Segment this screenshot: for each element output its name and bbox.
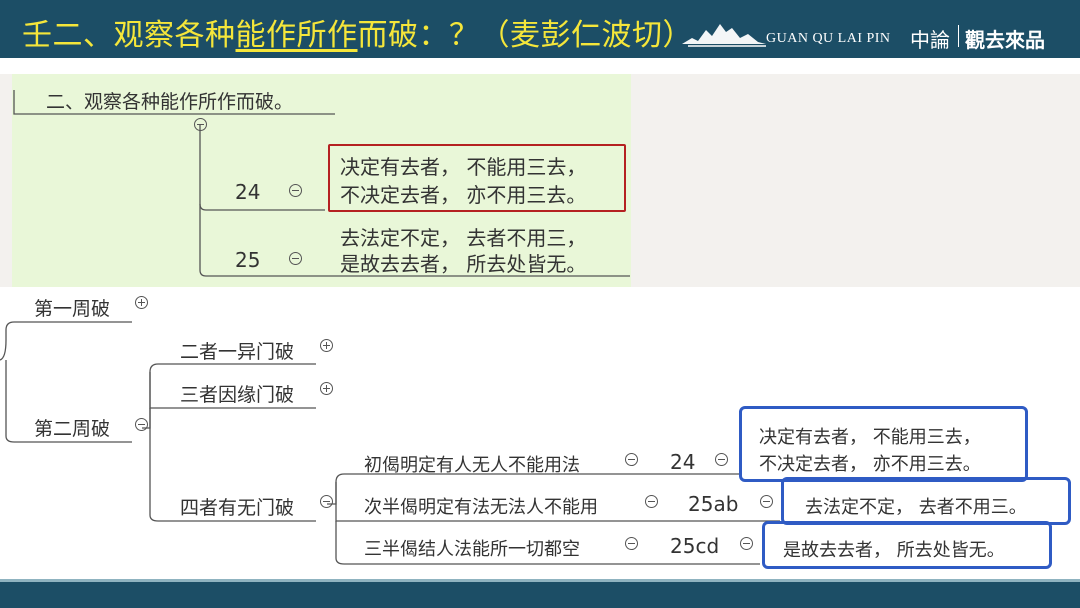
causal-expand-icon[interactable] xyxy=(320,382,333,395)
child-3-verse: 是故去去者， 所去处皆无。 xyxy=(783,540,1005,561)
verse-25-line1: 去法定不定， 去者不用三， xyxy=(340,226,587,250)
child-3-num-collapse-icon[interactable] xyxy=(740,537,753,550)
footer-bar xyxy=(0,582,1080,608)
node-first-round: 第一周破 xyxy=(34,298,111,320)
child-1-num-collapse-icon[interactable] xyxy=(715,453,728,466)
child-1-verse-line2: 不决定去者， 亦不用三去。 xyxy=(759,454,981,475)
child-2-collapse-icon[interactable] xyxy=(645,495,658,508)
verse-24-collapse-icon[interactable] xyxy=(289,184,302,197)
child-1-verse-line1: 决定有去者， 不能用三去， xyxy=(759,427,981,448)
verse-25-number: 25 xyxy=(235,248,261,272)
first-round-expand-icon[interactable] xyxy=(135,296,148,309)
second-round-collapse-icon[interactable] xyxy=(135,418,148,431)
verse-24-number: 24 xyxy=(235,180,261,204)
top-root-label: 二、观察各种能作所作而破。 xyxy=(46,91,294,113)
child-1-number: 24 xyxy=(670,450,696,474)
one-different-expand-icon[interactable] xyxy=(320,339,333,352)
existence-collapse-icon[interactable] xyxy=(320,495,333,508)
child-1-label: 初偈明定有人无人不能用法 xyxy=(364,455,580,476)
child-2-label: 次半偈明定有法无法人不能用 xyxy=(364,497,598,518)
child-1-collapse-icon[interactable] xyxy=(625,453,638,466)
verse-25-collapse-icon[interactable] xyxy=(289,252,302,265)
child-3-collapse-icon[interactable] xyxy=(625,537,638,550)
child-2-number: 25ab xyxy=(688,492,739,516)
node-one-different: 二者一异门破 xyxy=(180,341,295,363)
verse-24-line2: 不决定去者， 亦不用三去。 xyxy=(340,183,587,207)
child-2-verse: 去法定不定， 去者不用三。 xyxy=(805,497,1027,518)
verse-24-line1: 决定有去者， 不能用三去， xyxy=(340,155,587,179)
child-3-number: 25cd xyxy=(670,534,720,558)
child-3-label: 三半偈结人法能所一切都空 xyxy=(364,539,580,560)
node-causal: 三者因缘门破 xyxy=(180,384,295,406)
child-2-num-collapse-icon[interactable] xyxy=(760,495,773,508)
node-existence: 四者有无门破 xyxy=(180,497,295,519)
verse-25-line2: 是故去去者， 所去处皆无。 xyxy=(340,252,587,276)
node-second-round: 第二周破 xyxy=(34,418,111,440)
top-root-collapse-icon[interactable] xyxy=(194,118,207,131)
